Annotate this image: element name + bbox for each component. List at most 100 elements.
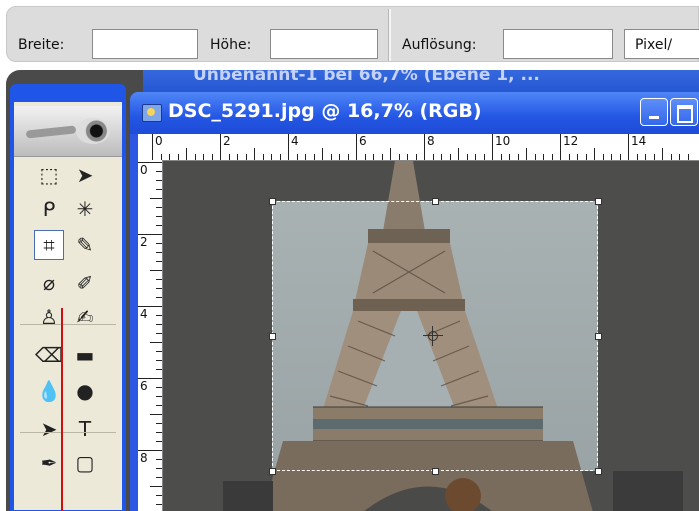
ruler-minor-tick — [150, 486, 162, 487]
crop-handle-left[interactable] — [269, 333, 276, 340]
ruler-minor-tick — [398, 154, 400, 160]
crop-handle-top-right[interactable] — [595, 198, 602, 205]
ruler-horizontal[interactable]: 0 2 4 6 8 10 12 14 — [138, 134, 699, 161]
ruler-minor-tick — [245, 154, 247, 160]
type-tool-icon[interactable]: T — [70, 414, 100, 444]
crop-handle-bottom[interactable] — [432, 468, 439, 475]
dodge-tool-icon[interactable]: ● — [70, 376, 100, 406]
ruler-vertical[interactable]: 0 2 4 6 8 — [138, 160, 163, 511]
ruler-minor-tick — [156, 504, 162, 505]
ruler-minor-tick — [156, 252, 162, 253]
ruler-minor-tick — [577, 154, 578, 160]
history-brush-tool-icon[interactable]: ✍ — [70, 302, 100, 332]
ruler-major-tick — [424, 134, 425, 160]
crop-tool-icon[interactable]: ⌗ — [34, 230, 64, 260]
width-label: Breite: — [18, 37, 65, 53]
ruler-minor-tick — [156, 423, 162, 424]
ruler-minor-tick — [156, 216, 162, 217]
ruler-minor-tick — [156, 405, 162, 406]
options-bar: Breite: Höhe: Auflösung: Pixel/ — [6, 6, 699, 62]
ruler-minor-tick — [279, 154, 281, 160]
ruler-minor-tick — [390, 148, 391, 160]
shape-tool-icon[interactable]: ▢ — [70, 448, 100, 478]
ruler-minor-tick — [156, 360, 162, 361]
ruler-minor-tick — [156, 288, 162, 289]
ruler-minor-tick — [150, 414, 162, 415]
ruler-major-tick — [356, 134, 357, 160]
crop-handle-right[interactable] — [595, 333, 602, 340]
ruler-minor-tick — [653, 154, 655, 160]
ruler-minor-tick — [441, 154, 442, 160]
ruler-minor-tick — [156, 297, 162, 298]
ruler-minor-tick — [611, 154, 612, 160]
ruler-minor-tick — [347, 154, 349, 160]
ruler-minor-tick — [156, 333, 162, 334]
ruler-minor-tick — [156, 324, 162, 325]
eye-icon — [76, 118, 110, 144]
height-input[interactable] — [270, 29, 378, 59]
ruler-minor-tick — [156, 189, 162, 190]
resolution-label: Auflösung: — [402, 37, 477, 53]
image-canvas[interactable] — [163, 161, 699, 511]
ruler-top-label: 6 — [359, 134, 367, 148]
ruler-minor-tick — [500, 154, 502, 160]
gradient-tool-icon[interactable]: ▬ — [70, 340, 100, 370]
brush-tool-icon[interactable]: ✐ — [70, 268, 100, 298]
ruler-minor-tick — [156, 180, 162, 181]
resolution-unit-select[interactable]: Pixel/ — [624, 29, 699, 59]
ruler-minor-tick — [568, 154, 570, 160]
ruler-minor-tick — [407, 154, 408, 160]
ruler-major-tick — [220, 134, 221, 160]
ruler-minor-tick — [177, 154, 179, 160]
ruler-left-label: 6 — [140, 379, 148, 393]
ruler-left-label: 0 — [140, 163, 148, 177]
toolbox: ⬚ ➤ ᑭ ✳ ⌗ ✎ ⌀ ✐ ♙ ✍ ⌫ ▬ 💧 ● ➤ T ✒ ▢ — [10, 84, 126, 511]
path-selection-tool-icon[interactable]: ➤ — [34, 414, 64, 444]
marquee-tool-icon[interactable]: ⬚ — [34, 160, 64, 190]
ruler-minor-tick — [475, 154, 476, 160]
ruler-minor-tick — [330, 154, 332, 160]
blur-tool-icon[interactable]: 💧 — [34, 376, 64, 406]
maximize-button[interactable] — [670, 98, 698, 126]
ruler-major-tick — [628, 134, 629, 160]
document-titlebar[interactable]: DSC_5291.jpg @ 16,7% (RGB) — [130, 92, 699, 134]
width-input[interactable] — [92, 29, 198, 59]
ruler-minor-tick — [415, 154, 417, 160]
resolution-input[interactable] — [503, 29, 613, 59]
ruler-minor-tick — [619, 154, 621, 160]
photoshop-logo[interactable] — [14, 106, 122, 157]
crop-handle-bottom-right[interactable] — [595, 468, 602, 475]
ruler-minor-tick — [458, 148, 459, 160]
ruler-top-label: 4 — [291, 134, 299, 148]
minimize-button[interactable] — [640, 98, 668, 126]
ruler-minor-tick — [156, 225, 162, 226]
feather-icon — [25, 125, 77, 139]
move-tool-icon[interactable]: ➤ — [70, 160, 100, 190]
ruler-minor-tick — [466, 154, 468, 160]
workspace: Unbenannt-1 bei 66,7% (Ebene 1, ... ⬚ ➤ ᑭ ✳… — [6, 70, 699, 511]
ruler-minor-tick — [271, 154, 272, 160]
ruler-minor-tick — [449, 154, 451, 160]
crop-handle-top[interactable] — [432, 198, 439, 205]
ruler-minor-tick — [156, 261, 162, 262]
ruler-minor-tick — [156, 243, 162, 244]
healing-brush-tool-icon[interactable]: ⌀ — [34, 268, 64, 298]
annotation-pointer-line — [61, 308, 63, 511]
ruler-minor-tick — [670, 154, 672, 160]
ruler-minor-tick — [156, 441, 162, 442]
crop-handle-bottom-left[interactable] — [269, 468, 276, 475]
crop-handle-top-left[interactable] — [269, 198, 276, 205]
ruler-minor-tick — [585, 154, 587, 160]
ruler-minor-tick — [254, 148, 255, 160]
eraser-tool-icon[interactable]: ⌫ — [34, 340, 64, 370]
crop-center-crosshair-icon[interactable] — [423, 326, 443, 346]
ruler-minor-tick — [169, 154, 170, 160]
ruler-major-tick — [492, 134, 493, 160]
document-title: DSC_5291.jpg @ 16,7% (RGB) — [168, 100, 482, 122]
slice-tool-icon[interactable]: ✎ — [70, 230, 100, 260]
pen-tool-icon[interactable]: ✒ — [34, 448, 64, 478]
clone-stamp-tool-icon[interactable]: ♙ — [34, 302, 64, 332]
magic-wand-tool-icon[interactable]: ✳ — [70, 194, 100, 224]
lasso-tool-icon[interactable]: ᑭ — [34, 194, 64, 224]
ruler-minor-tick — [339, 154, 340, 160]
